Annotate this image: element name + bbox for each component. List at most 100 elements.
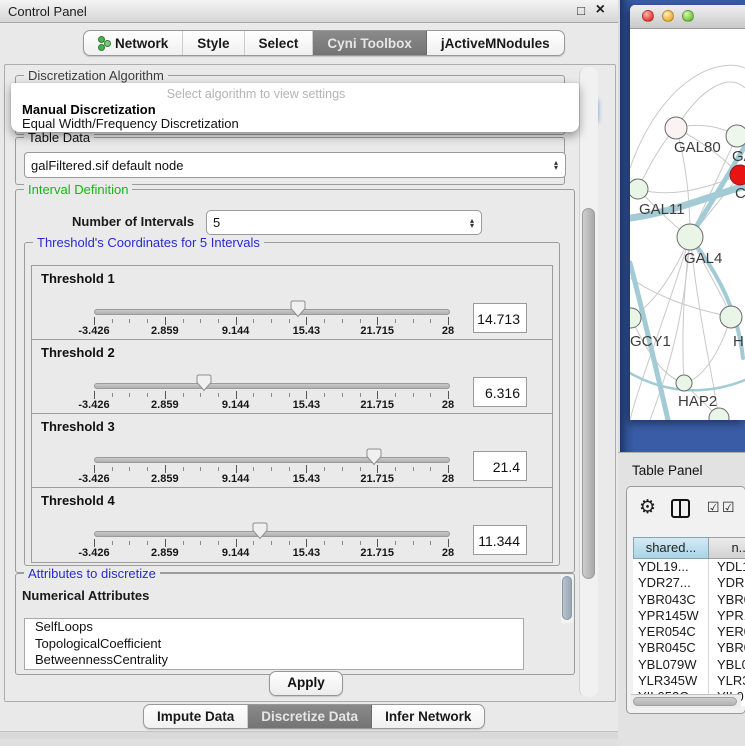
table-row[interactable]: YDL19... YDL1 bbox=[633, 559, 745, 575]
table-row[interactable]: YBR045C YBR0 bbox=[633, 640, 745, 656]
tab-impute-data[interactable]: Impute Data bbox=[144, 705, 248, 728]
close-icon[interactable]: × bbox=[596, 1, 605, 19]
cell-name[interactable]: YER0 bbox=[709, 624, 745, 640]
table-row[interactable]: YBL079W YBL0 bbox=[633, 657, 745, 673]
cell-shared-name[interactable]: YDR27... bbox=[633, 575, 709, 591]
scrollbar-thumb[interactable] bbox=[562, 576, 572, 620]
tick-mark bbox=[200, 319, 201, 323]
table-row[interactable]: YBR043C YBR0 bbox=[633, 592, 745, 608]
tab-select[interactable]: Select bbox=[245, 31, 314, 55]
table-row[interactable]: YER054C YER0 bbox=[633, 624, 745, 640]
tick-label: 2.859 bbox=[151, 473, 179, 485]
threshold-4-slider-thumb[interactable] bbox=[252, 522, 268, 540]
tick-mark bbox=[324, 541, 325, 545]
threshold-3-slider-track[interactable] bbox=[94, 457, 450, 463]
cell-name[interactable]: YBL0 bbox=[709, 657, 745, 673]
attribute-list-item[interactable]: SelfLoops bbox=[25, 619, 523, 636]
tick-mark bbox=[129, 541, 130, 545]
split-table-icon[interactable] bbox=[671, 499, 690, 518]
table-data-combo[interactable]: galFiltered.sif default node ▴ ▾ bbox=[24, 152, 566, 178]
minimize-traffic-light-icon[interactable] bbox=[662, 10, 674, 22]
attribute-list-item[interactable]: TopologicalCoefficient bbox=[25, 636, 523, 653]
threshold-1-value-field[interactable]: 14.713 bbox=[473, 303, 527, 333]
number-of-intervals-value: 5 bbox=[213, 215, 220, 230]
zoom-traffic-light-icon[interactable] bbox=[682, 10, 694, 22]
cell-name[interactable]: YBR0 bbox=[709, 592, 745, 608]
cell-name[interactable]: YDR2 bbox=[709, 575, 745, 591]
tab-cyni-toolbox[interactable]: Cyni Toolbox bbox=[313, 31, 427, 55]
thresholds-group: Threshold's Coordinates for 5 Intervals … bbox=[24, 242, 560, 566]
tick-label: -3.426 bbox=[78, 399, 109, 411]
node-label-gal80: GAL80 bbox=[674, 139, 721, 156]
apply-button[interactable]: Apply bbox=[269, 671, 343, 696]
cell-shared-name[interactable]: YBR045C bbox=[633, 640, 709, 656]
scrollbar-thumb[interactable] bbox=[582, 208, 595, 579]
tick-mark bbox=[147, 467, 148, 471]
cell-name[interactable]: YBR0 bbox=[709, 640, 745, 656]
threshold-1-slider-thumb[interactable] bbox=[290, 300, 306, 318]
cell-shared-name[interactable]: YDL19... bbox=[633, 559, 709, 575]
attribute-list-item[interactable]: BetweennessCentrality bbox=[25, 652, 523, 669]
column-header-name[interactable]: n... bbox=[709, 537, 745, 559]
threshold-2-slider-track[interactable] bbox=[94, 383, 450, 389]
attributes-list-scrollbar[interactable] bbox=[561, 575, 573, 623]
table-row[interactable]: YPR145W YPR1 bbox=[633, 608, 745, 624]
cell-shared-name[interactable]: YBL079W bbox=[633, 657, 709, 673]
checkbox-checked-icon[interactable]: ☑ bbox=[722, 499, 735, 516]
tab-infer-network[interactable]: Infer Network bbox=[372, 705, 484, 728]
cell-shared-name[interactable]: YPR145W bbox=[633, 608, 709, 624]
tab-jactivemnodules[interactable]: jActiveMNodules bbox=[427, 31, 564, 55]
threshold-2-value-field[interactable]: 6.316 bbox=[473, 377, 527, 407]
tick-label: -3.426 bbox=[78, 325, 109, 337]
tick-mark bbox=[112, 393, 113, 397]
cell-name[interactable]: YDL1 bbox=[709, 559, 745, 575]
tick-mark bbox=[183, 393, 184, 397]
checkbox-checked-icon[interactable]: ☑ bbox=[707, 499, 720, 516]
float-window-icon[interactable]: □ bbox=[577, 3, 585, 18]
popup-option-manual-discretization[interactable]: Manual Discretization bbox=[22, 102, 156, 117]
threshold-4-slider-track[interactable] bbox=[94, 531, 450, 537]
tick-label: -3.426 bbox=[78, 547, 109, 559]
table-horizontal-scrollbar[interactable] bbox=[631, 694, 741, 708]
window-bottom-edge bbox=[0, 731, 618, 739]
number-of-intervals-combo[interactable]: 5 ▴ ▾ bbox=[206, 210, 482, 235]
threshold-3-value-field[interactable]: 21.4 bbox=[473, 451, 527, 481]
numerical-attributes-list[interactable]: SelfLoops TopologicalCoefficient Between… bbox=[24, 618, 524, 670]
tick-mark bbox=[183, 319, 184, 323]
tick-mark bbox=[342, 541, 343, 545]
tick-mark bbox=[94, 391, 95, 399]
popup-option-equal-width-frequency[interactable]: Equal Width/Frequency Discretization bbox=[22, 116, 239, 131]
threshold-1-slider-track[interactable] bbox=[94, 309, 450, 315]
cell-shared-name[interactable]: YLR345W bbox=[633, 673, 709, 689]
gear-icon[interactable]: ⚙ bbox=[639, 496, 656, 519]
tick-mark bbox=[94, 539, 95, 547]
threshold-3-slider-thumb[interactable] bbox=[366, 448, 382, 466]
tick-mark bbox=[324, 393, 325, 397]
network-canvas[interactable]: GAL80 GAL GAL11 C GAL4 GCY1 H HAP2 bbox=[630, 28, 745, 420]
tab-network[interactable]: Network bbox=[84, 31, 183, 55]
cell-name[interactable]: YPR1 bbox=[709, 608, 745, 624]
column-header-shared-name[interactable]: shared... bbox=[633, 537, 709, 559]
scrollbar-thumb[interactable] bbox=[633, 697, 737, 706]
tab-style[interactable]: Style bbox=[183, 31, 244, 55]
table-panel-section: Table Panel ⚙ ☑ ☑ shared... n... YDL19..… bbox=[618, 452, 745, 746]
panel-vertical-scrollbar[interactable] bbox=[579, 67, 598, 697]
threshold-4-value-field[interactable]: 11.344 bbox=[473, 525, 527, 555]
cell-shared-name[interactable]: YBR043C bbox=[633, 592, 709, 608]
tick-label: 21.715 bbox=[360, 547, 394, 559]
tick-mark bbox=[112, 319, 113, 323]
threshold-2-slider-thumb[interactable] bbox=[196, 374, 212, 392]
tab-discretize-data[interactable]: Discretize Data bbox=[248, 705, 372, 728]
table-row[interactable]: YDR27... YDR2 bbox=[633, 575, 745, 591]
cell-shared-name[interactable]: YER054C bbox=[633, 624, 709, 640]
slider-tick-labels: -3.4262.8599.14415.4321.71528 bbox=[94, 325, 448, 337]
close-traffic-light-icon[interactable] bbox=[642, 10, 654, 22]
desktop-area: GAL80 GAL GAL11 C GAL4 GCY1 H HAP2 Table… bbox=[618, 0, 745, 745]
tick-mark bbox=[360, 393, 361, 397]
stepper-down-icon: ▾ bbox=[554, 165, 558, 170]
tick-mark bbox=[377, 539, 378, 547]
table-row[interactable]: YLR345W YLR3 bbox=[633, 673, 745, 689]
slider-tick-labels: -3.4262.8599.14415.4321.71528 bbox=[94, 473, 448, 485]
cell-name[interactable]: YLR3 bbox=[709, 673, 745, 689]
tick-label: 21.715 bbox=[360, 325, 394, 337]
